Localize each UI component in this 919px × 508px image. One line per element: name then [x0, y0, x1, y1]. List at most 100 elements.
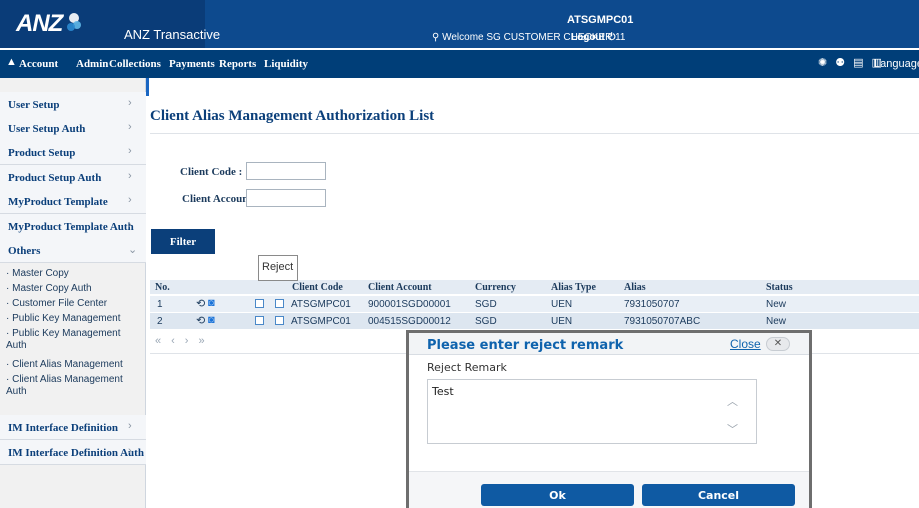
sidebar-item-label: MyProduct Template Auth	[8, 221, 134, 233]
nav-collections[interactable]: Collections	[109, 58, 161, 70]
reject-checkbox[interactable]	[275, 316, 284, 325]
history-icon[interactable]: ⟲	[196, 297, 205, 310]
cell-alias-type: UEN	[551, 299, 573, 310]
sidebar-item-product-setup[interactable]: Product Setup ›	[0, 140, 146, 165]
column-header-client-code: Client Code	[292, 282, 343, 293]
submenu-item-public-key-management[interactable]: · Public Key Management	[6, 313, 121, 325]
reject-remark-dialog: Please enter reject remark Close ✕ Rejec…	[406, 330, 812, 508]
cell-client-code: ATSGMPC01	[291, 299, 351, 310]
nav-admin[interactable]: Admin	[76, 58, 108, 70]
submenu-item-public-key-management-auth[interactable]: · Public Key Management Auth	[6, 328, 126, 352]
client-account-input[interactable]	[246, 189, 326, 207]
sidebar-item-others[interactable]: Others ⌄	[0, 238, 146, 263]
chevron-right-icon: ›	[128, 145, 132, 157]
settings-icon[interactable]: ✺	[818, 56, 827, 69]
sidebar-item-label: Product Setup Auth	[8, 172, 102, 184]
chevron-right-icon: ›	[128, 121, 132, 133]
sidebar-item-im-interface-definition[interactable]: IM Interface Definition ›	[0, 415, 146, 440]
nav-payments[interactable]: Payments	[169, 58, 215, 70]
approve-checkbox[interactable]	[255, 299, 264, 308]
cell-client-code: ATSGMPC01	[291, 316, 351, 327]
client-code-input[interactable]	[246, 162, 326, 180]
cell-currency: SGD	[475, 316, 497, 327]
reject-remark-textarea[interactable]: Test	[427, 379, 757, 444]
approve-checkbox[interactable]	[255, 316, 264, 325]
nav-account[interactable]: Account	[19, 58, 58, 70]
submenu-item-customer-file-center[interactable]: · Customer File Center	[6, 298, 107, 310]
reject-checkbox[interactable]	[275, 299, 284, 308]
cell-alias: 7931050707	[624, 299, 680, 310]
sidebar-item-im-interface-definition-auth[interactable]: IM Interface Definition Auth ›	[0, 440, 146, 465]
sidebar-item-myproduct-template[interactable]: MyProduct Template ›	[0, 189, 146, 214]
cell-client-account: 004515SGD00012	[368, 316, 451, 327]
cell-alias-type: UEN	[551, 316, 573, 327]
prev-page-icon[interactable]: ‹	[171, 335, 175, 347]
chevron-right-icon: ›	[128, 219, 132, 231]
sidebar-item-user-setup-auth[interactable]: User Setup Auth ›	[0, 116, 146, 141]
power-icon[interactable]: ⏻	[608, 32, 616, 43]
app-header: ANZ ANZ Transactive ATSGMPC01 ⚲ Welcome …	[0, 0, 919, 48]
filter-button[interactable]: Filter	[151, 229, 215, 254]
scroll-down-icon[interactable]: ﹀	[727, 421, 738, 437]
sidebar: User Setup › User Setup Auth › Product S…	[0, 78, 146, 508]
chevron-down-icon: ⌄	[128, 244, 138, 256]
scroll-up-icon[interactable]: ︿	[727, 393, 738, 409]
nav-icon-group: ✺ ⚉ ▤ ▥	[818, 56, 882, 69]
main-nav: ▲ Account Admin Collections Payments Rep…	[0, 50, 919, 78]
sidebar-toggle-handle[interactable]	[146, 78, 149, 96]
sidebar-item-label: IM Interface Definition	[8, 422, 118, 434]
submenu-item-client-alias-management[interactable]: · Client Alias Management	[6, 359, 123, 371]
ok-button[interactable]: Ok	[481, 484, 634, 506]
view-icon[interactable]: ◙	[208, 314, 215, 326]
view-icon[interactable]: ◙	[208, 297, 215, 309]
sidebar-item-myproduct-template-auth[interactable]: MyProduct Template Auth ›	[0, 214, 146, 239]
chevron-right-icon: ›	[128, 170, 132, 182]
export-icon[interactable]: ▤	[853, 56, 863, 69]
nav-liquidity[interactable]: Liquidity	[264, 58, 308, 70]
cell-no: 1	[157, 299, 163, 310]
sidebar-item-label: User Setup	[8, 99, 60, 111]
table-row[interactable]: 2 ⟲ ◙ ATSGMPC01 004515SGD00012 SGD UEN 7…	[150, 313, 919, 329]
close-icon[interactable]: ✕	[766, 337, 790, 351]
pagination: « ‹ › »	[155, 335, 205, 347]
app-name: ANZ Transactive	[124, 27, 221, 42]
close-link[interactable]: Close	[730, 337, 761, 351]
submenu-item-master-copy-auth[interactable]: · Master Copy Auth	[6, 283, 92, 295]
logout-link[interactable]: Logout ⏻	[571, 32, 616, 43]
sidebar-item-user-setup[interactable]: User Setup ›	[0, 92, 146, 117]
table-header: No. Client Code Client Account Currency …	[150, 280, 919, 294]
dialog-title: Please enter reject remark	[427, 338, 624, 353]
anz-logo-icon	[67, 13, 81, 31]
users-icon[interactable]: ⚉	[835, 56, 845, 69]
cell-status: New	[766, 316, 787, 327]
user-icon: ⚲	[432, 32, 440, 43]
reject-tooltip: Reject	[258, 255, 298, 281]
sidebar-item-label: IM Interface Definition Auth	[8, 447, 144, 459]
logout-label[interactable]: Logout	[571, 32, 605, 43]
table-row[interactable]: 1 ⟲ ◙ ATSGMPC01 900001SGD00001 SGD UEN 7…	[150, 296, 919, 312]
column-header-alias-type: Alias Type	[551, 282, 596, 293]
chevron-right-icon: ›	[128, 445, 132, 457]
column-header-alias: Alias	[624, 282, 646, 293]
column-header-client-account: Client Account	[368, 282, 432, 293]
nav-reports[interactable]: Reports	[219, 58, 256, 70]
column-header-currency: Currency	[475, 282, 516, 293]
user-code: ATSGMPC01	[567, 14, 634, 26]
chevron-right-icon: ›	[128, 97, 132, 109]
cancel-button[interactable]: Cancel	[642, 484, 795, 506]
sidebar-item-product-setup-auth[interactable]: Product Setup Auth ›	[0, 165, 146, 190]
home-icon[interactable]: ▲	[6, 56, 17, 68]
title-divider	[150, 133, 919, 134]
first-page-icon[interactable]: «	[155, 335, 161, 347]
cell-client-account: 900001SGD00001	[368, 299, 451, 310]
language-menu[interactable]: Language	[874, 58, 919, 70]
logo-block: ANZ	[0, 0, 118, 48]
last-page-icon[interactable]: »	[198, 335, 204, 347]
sidebar-item-label: Product Setup	[8, 147, 76, 159]
dialog-header: Please enter reject remark Close ✕	[409, 333, 809, 355]
sidebar-item-label: MyProduct Template	[8, 196, 108, 208]
next-page-icon[interactable]: ›	[185, 335, 189, 347]
submenu-item-master-copy[interactable]: · Master Copy	[6, 268, 69, 280]
submenu-item-client-alias-management-auth[interactable]: · Client Alias Management Auth	[6, 374, 126, 398]
history-icon[interactable]: ⟲	[196, 314, 205, 327]
